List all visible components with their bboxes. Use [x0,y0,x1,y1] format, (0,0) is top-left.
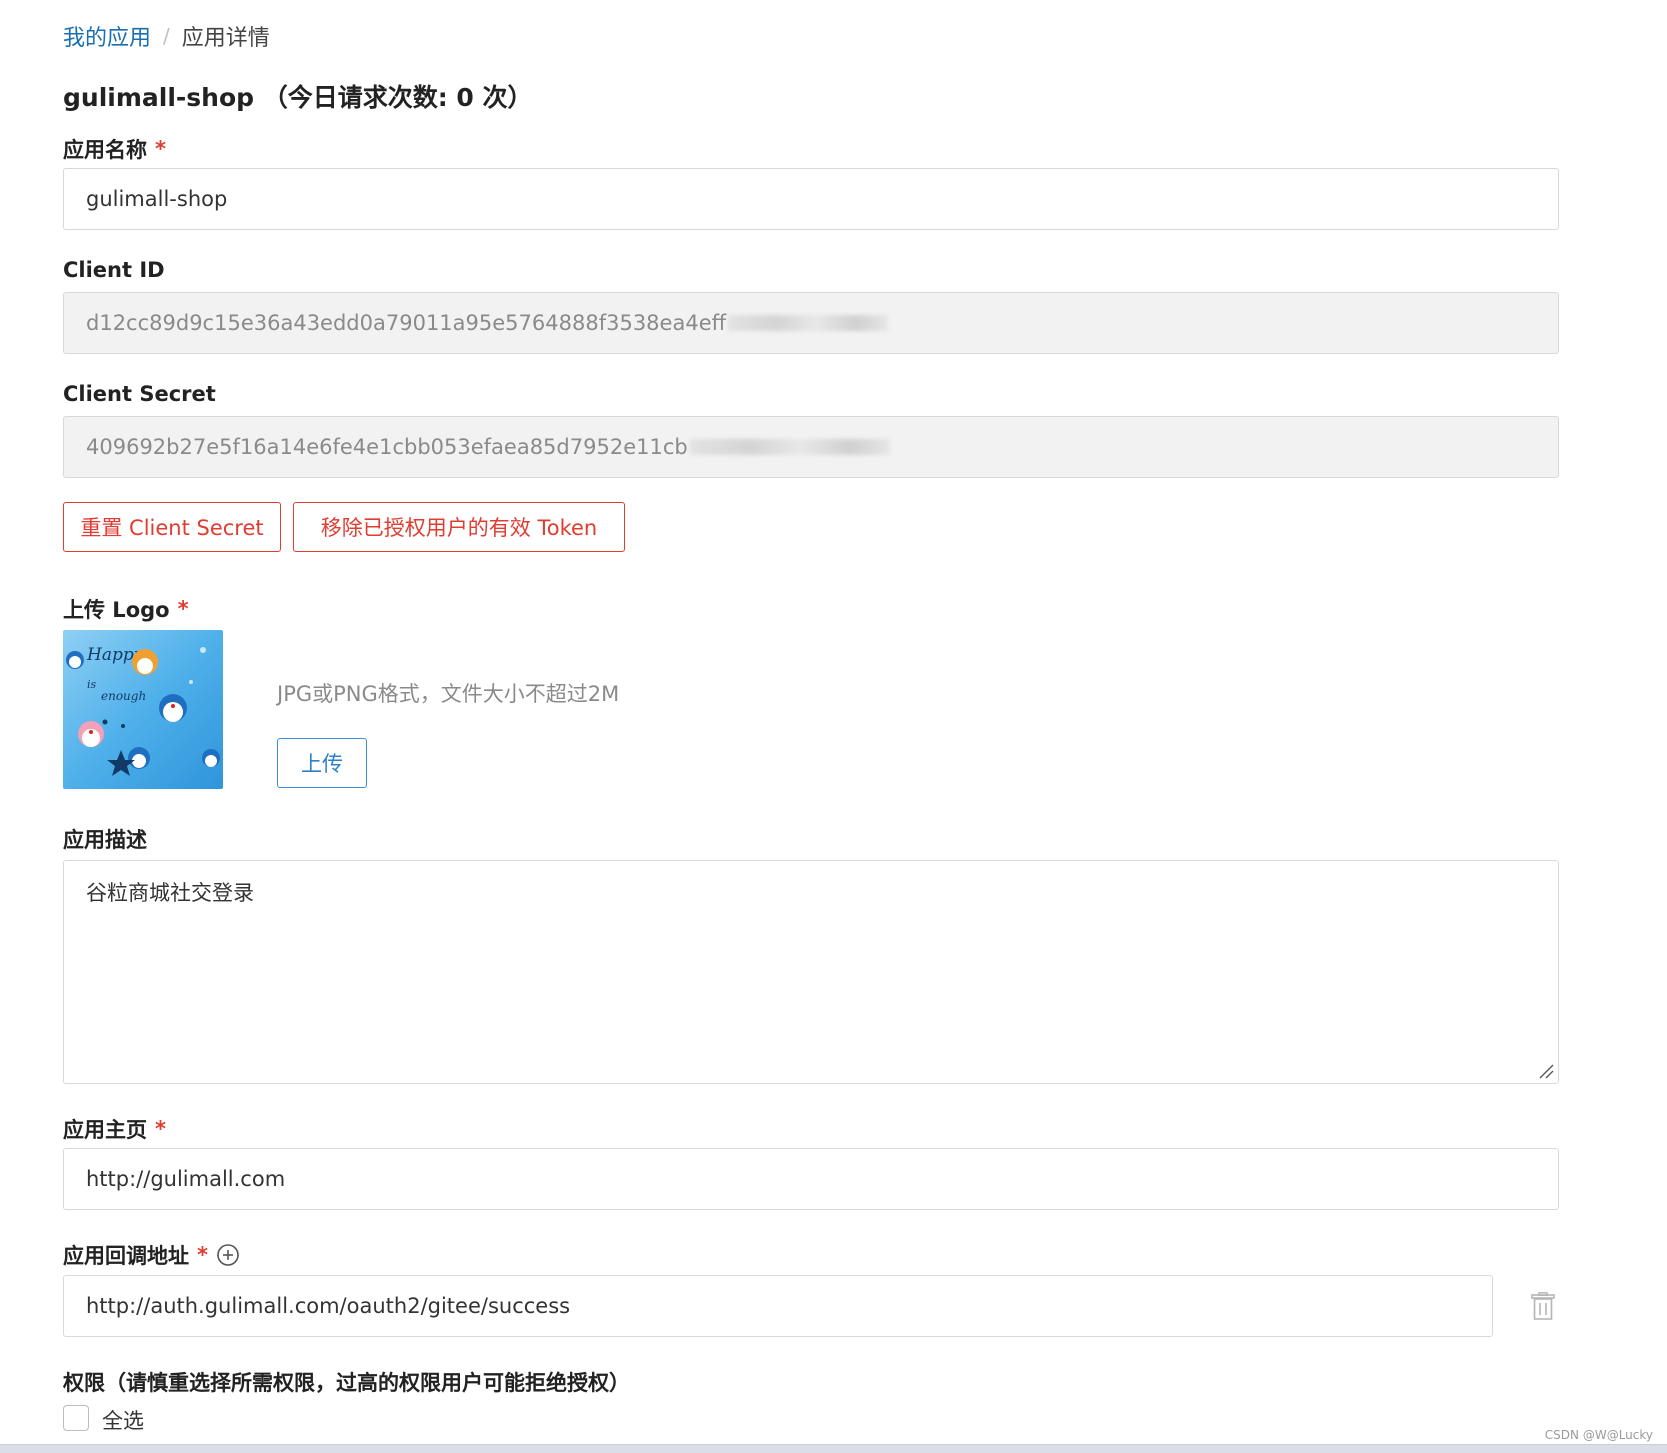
app-name-label: 应用名称 * [63,134,166,164]
description-value: 谷粒商城社交登录 [86,881,254,905]
required-mark: * [155,1117,166,1141]
logo-image: Happy is enough [63,630,223,789]
homepage-input[interactable]: http://gulimall.com [63,1148,1559,1210]
description-textarea[interactable]: 谷粒商城社交登录 [63,860,1559,1084]
homepage-value: http://gulimall.com [86,1167,286,1191]
logo-image-graphic: Happy is enough [63,630,223,789]
client-id-field[interactable]: d12cc89d9c15e36a43edd0a79011a95e5764888f… [63,292,1559,354]
description-label: 应用描述 [63,824,147,854]
bottom-bar [0,1444,1667,1453]
client-secret-field[interactable]: 409692b27e5f16a14e6fe4e1cbb053efaea85d79… [63,416,1559,478]
logo-text-line2: is [87,678,97,691]
resize-handle-icon[interactable] [1538,1063,1554,1079]
required-mark: * [197,1243,208,1267]
app-name-input[interactable]: gulimall-shop [63,168,1559,230]
logo-hint: JPG或PNG格式，文件大小不超过2M [277,682,620,706]
breadcrumb: 我的应用 / 应用详情 [63,20,270,52]
reset-client-secret-button[interactable]: 重置 Client Secret [63,502,281,552]
homepage-label-text: 应用主页 [63,1118,147,1142]
plus-circle-icon[interactable] [216,1243,240,1267]
select-all-checkbox[interactable] [63,1405,89,1431]
client-id-blurred-part [728,315,889,331]
client-secret-value: 409692b27e5f16a14e6fe4e1cbb053efaea85d79… [86,435,688,459]
permissions-label: 权限（请慎重选择所需权限，过高的权限用户可能拒绝授权） [63,1367,630,1397]
logo-label: 上传 Logo * [63,594,189,624]
breadcrumb-current: 应用详情 [181,26,270,51]
callback-input[interactable]: http://auth.gulimall.com/oauth2/gitee/su… [63,1275,1493,1337]
client-secret-label-text: Client Secret [63,382,216,406]
required-mark: * [155,137,166,161]
callback-value: http://auth.gulimall.com/oauth2/gitee/su… [86,1294,571,1318]
description-label-text: 应用描述 [63,828,147,852]
required-mark: * [177,597,189,621]
watermark: CSDN @W@Lucky [1544,1428,1653,1442]
permissions-label-text: 权限（请慎重选择所需权限，过高的权限用户可能拒绝授权） [63,1371,630,1395]
logo-text-line3: enough [101,689,146,703]
logo-label-text: 上传 Logo [63,598,170,622]
select-all-label[interactable]: 全选 [102,1405,144,1435]
homepage-label: 应用主页 * [63,1114,166,1144]
trash-icon[interactable] [1530,1292,1556,1320]
client-id-label: Client ID [63,258,165,282]
breadcrumb-my-apps-link[interactable]: 我的应用 [63,20,151,52]
page-title: gulimall-shop （今日请求次数: 0 次） [63,83,533,112]
client-id-value: d12cc89d9c15e36a43edd0a79011a95e5764888f… [86,311,727,335]
client-secret-blurred-part [689,439,890,455]
callback-label: 应用回调地址 * [63,1240,240,1270]
app-name-label-text: 应用名称 [63,138,147,162]
breadcrumb-separator: / [163,24,170,48]
revoke-tokens-button[interactable]: 移除已授权用户的有效 Token [293,502,625,552]
client-secret-label: Client Secret [63,382,216,406]
callback-label-text: 应用回调地址 [63,1244,189,1268]
upload-logo-button[interactable]: 上传 [277,738,367,788]
app-name-value: gulimall-shop [86,187,228,211]
client-id-label-text: Client ID [63,258,165,282]
